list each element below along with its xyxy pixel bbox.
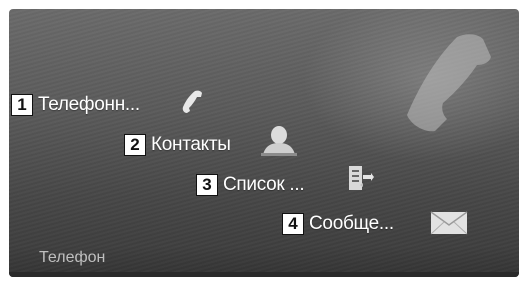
envelope-icon [430, 211, 468, 235]
phone-handset-icon [182, 90, 202, 113]
footer-divider [9, 272, 519, 277]
menu-item-number: 4 [282, 213, 304, 235]
menu-item-messages[interactable]: 4 Сообще... [282, 212, 394, 236]
menu-item-label: Сообще... [309, 213, 394, 234]
menu-item-contacts[interactable]: 2 Контакты [124, 133, 231, 157]
footer-bar: Телефон [9, 245, 519, 277]
phone-menu-screen: 1 Телефонн... 2 Контакты 3 Список ... 4 … [9, 9, 519, 277]
menu-item-phone[interactable]: 1 Телефонн... [11, 93, 140, 117]
large-phone-handset-icon [407, 34, 491, 132]
menu-item-call-list[interactable]: 3 Список ... [196, 173, 305, 197]
menu-item-number: 2 [124, 134, 146, 156]
screen-title: Телефон [39, 249, 106, 266]
menu-item-number: 3 [196, 174, 218, 196]
menu-item-number: 1 [11, 94, 33, 116]
menu-item-label: Контакты [151, 134, 231, 155]
menu-item-label: Телефонн... [38, 94, 140, 115]
menu-item-label: Список ... [223, 174, 305, 195]
contact-person-icon [261, 126, 297, 156]
call-list-icon [349, 166, 374, 190]
